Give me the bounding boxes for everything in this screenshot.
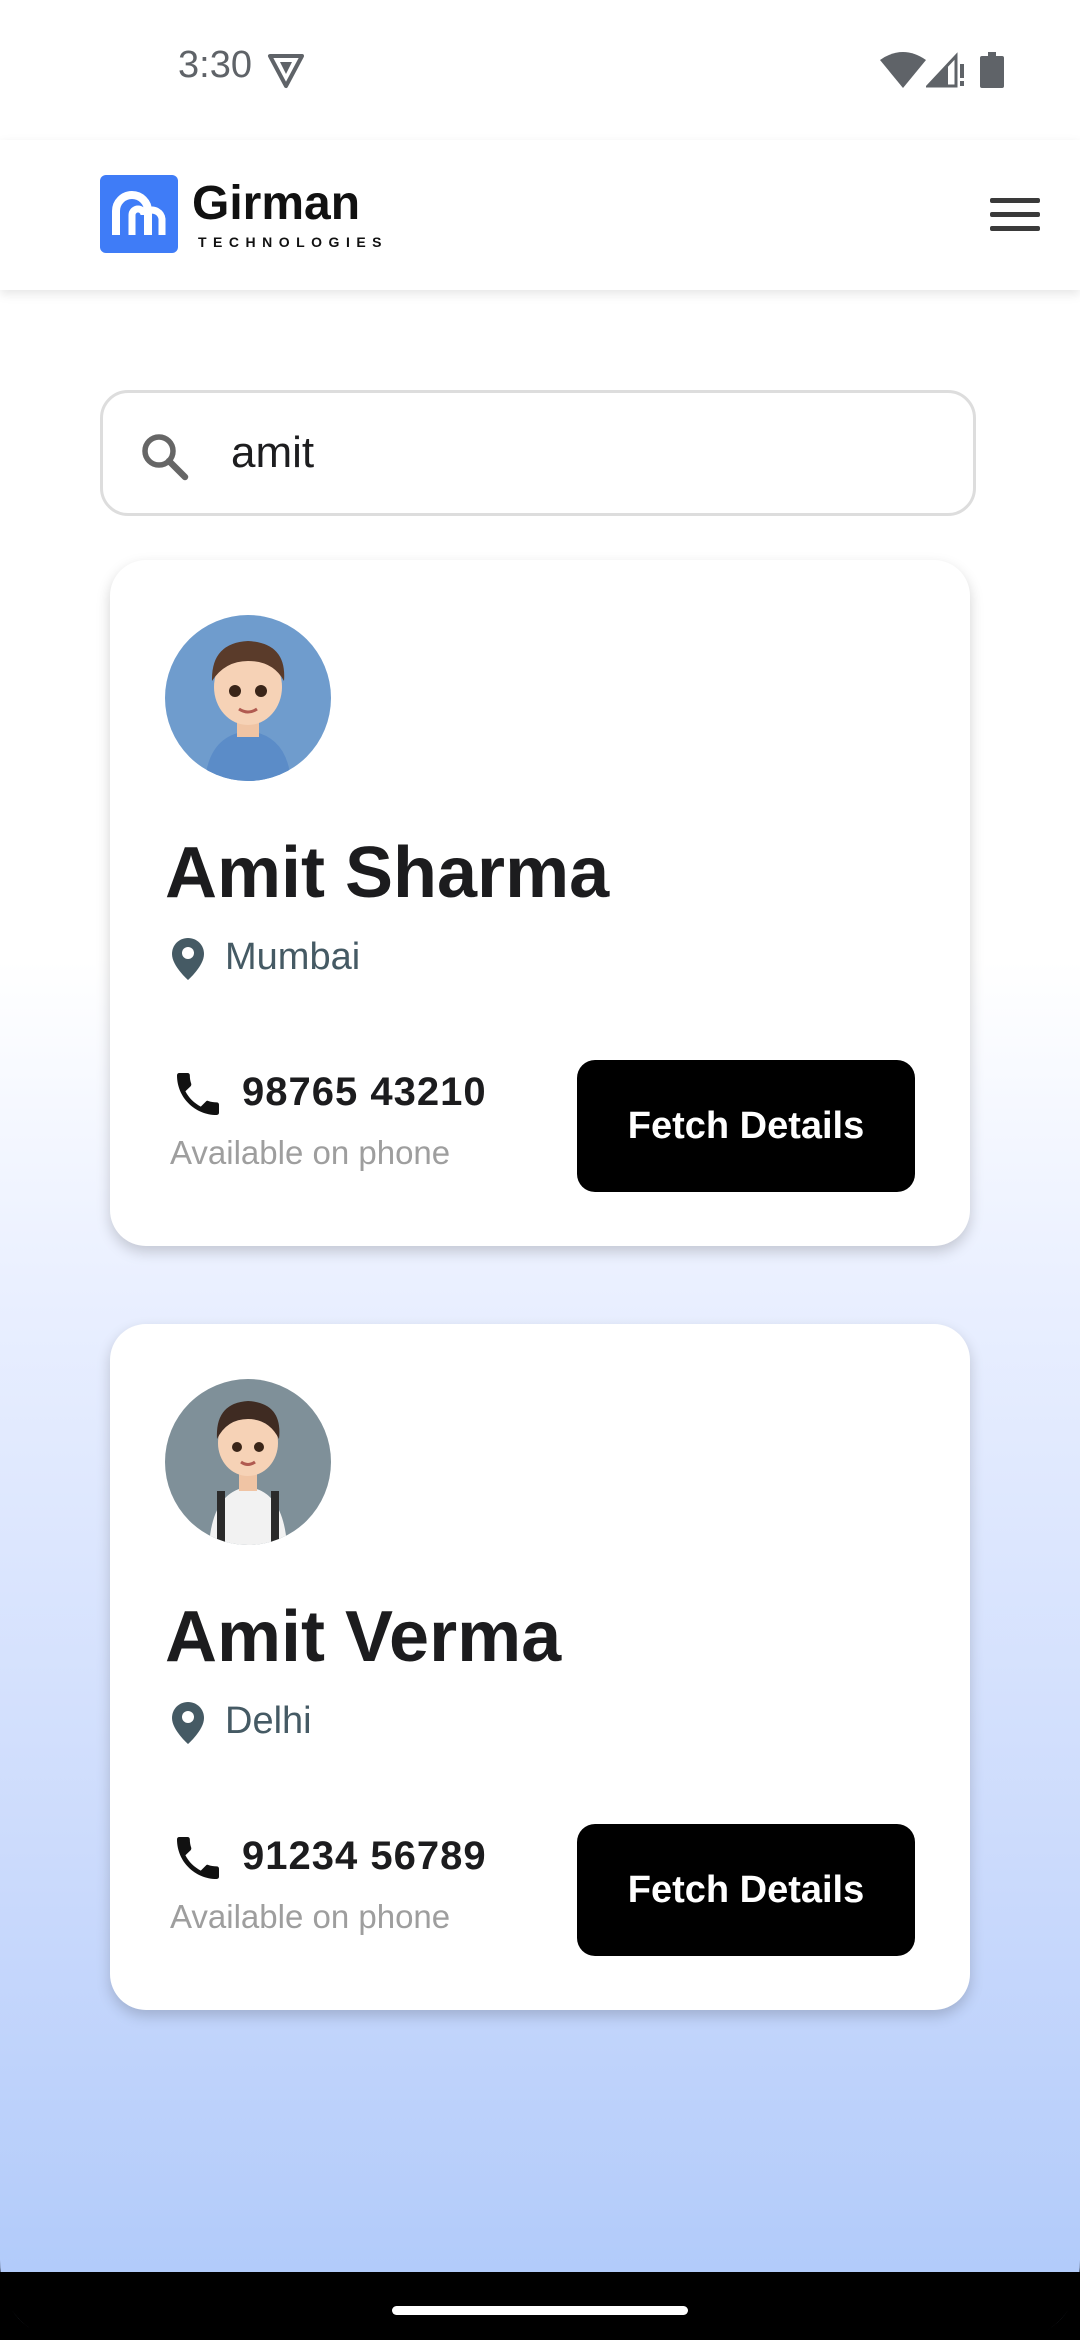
signal-icon [926, 52, 964, 88]
brand-tagline: TECHNOLOGIES [198, 234, 389, 250]
app-screen: 3:30 Girman TECHNOLOGIES amit Amit Sharm… [0, 0, 1080, 2340]
phone-icon [177, 1837, 219, 1879]
battery-icon [980, 52, 1004, 88]
contact-name: Amit Verma [165, 1597, 562, 1677]
app-header: Girman TECHNOLOGIES [0, 140, 1080, 290]
availability-text: Available on phone [170, 1898, 451, 1935]
availability-text: Available on phone [170, 1134, 451, 1171]
shield-icon [268, 54, 304, 88]
contact-city: Delhi [225, 1700, 312, 1742]
avatar-boy-white-shirt-backpack [165, 1379, 331, 1545]
hamburger-menu-icon[interactable] [980, 190, 1050, 240]
location-pin-icon [172, 938, 204, 980]
location-pin-icon [172, 1702, 204, 1744]
logo-glyph-icon [112, 191, 166, 235]
contact-name: Amit Sharma [165, 833, 610, 913]
contact-phone: 91234 56789 [242, 1834, 487, 1878]
wifi-icon [880, 52, 926, 88]
search-input[interactable] [231, 413, 931, 493]
contact-city: Mumbai [225, 936, 361, 978]
phone-icon [177, 1073, 219, 1115]
result-card: Amit Sharma Mumbai 98765 43210 Available… [110, 560, 970, 1246]
status-time: 3:30 [178, 44, 252, 86]
girman-logo-icon[interactable] [100, 175, 178, 253]
result-card: Amit Verma Delhi 91234 56789 Available o… [110, 1324, 970, 2010]
fetch-details-button[interactable]: Fetch Details [577, 1060, 915, 1192]
status-bar: 3:30 [0, 0, 1080, 140]
avatar-boy-blue-shirt [165, 615, 331, 781]
search-bar[interactable] [100, 390, 976, 516]
system-nav-bar [0, 2272, 1080, 2340]
fetch-details-button[interactable]: Fetch Details [577, 1824, 915, 1956]
search-icon [142, 434, 189, 481]
brand-name: Girman [192, 177, 361, 230]
contact-phone: 98765 43210 [242, 1070, 487, 1114]
home-indicator[interactable] [392, 2306, 688, 2315]
